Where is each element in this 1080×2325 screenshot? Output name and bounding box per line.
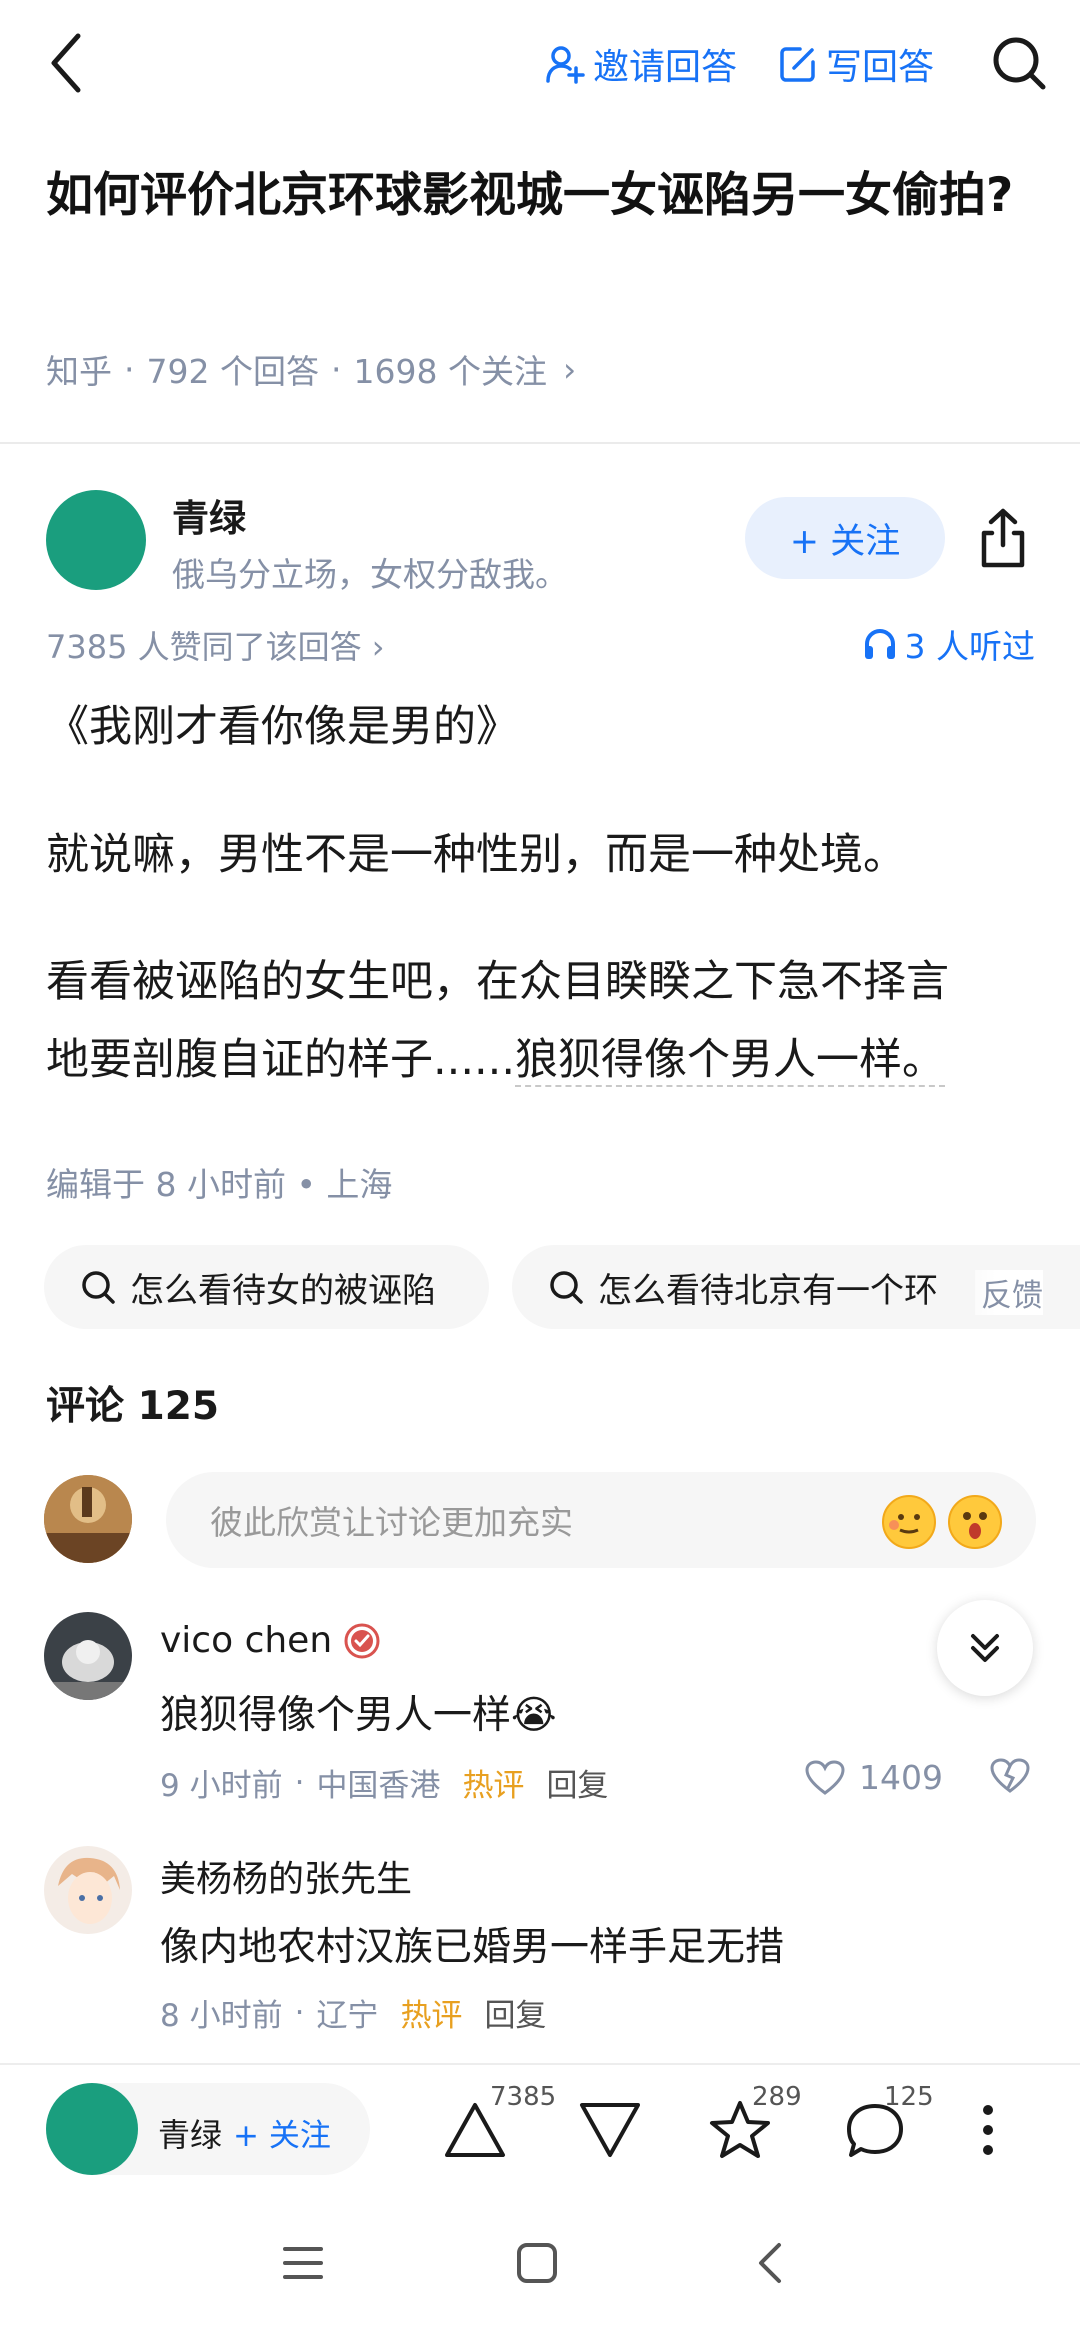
comments-title: 评论 125 — [46, 1384, 219, 1429]
search-icon — [993, 37, 1046, 90]
commenter-avatar[interactable] — [44, 1612, 132, 1700]
invite-user-icon — [546, 46, 585, 84]
commenter-name[interactable]: vico chen — [160, 1620, 380, 1661]
more-vertical-icon — [983, 2105, 993, 2155]
listen-button[interactable]: 3 人听过 — [863, 620, 1036, 668]
question-meta[interactable]: 知乎 · 792 个回答 · 1698 个关注 › — [46, 345, 576, 393]
avatar-image — [44, 1846, 132, 1934]
chip-label: 怎么看待北京有一个环 — [598, 1270, 938, 1311]
hot-badge: 热评 — [462, 1768, 525, 1804]
emoji-surprised-icon[interactable] — [948, 1495, 1002, 1549]
commenter-avatar[interactable] — [44, 1846, 132, 1934]
reply-button[interactable]: 回复 — [546, 1760, 608, 1805]
recent-apps-button[interactable] — [268, 2228, 338, 2298]
comment-dislike-button[interactable] — [990, 1758, 1030, 1798]
menu-lines-icon — [283, 2247, 323, 2279]
answer-paragraph: 看看被诬陷的女生吧，在众目睽睽之下急不择言 地要剖腹自证的样子......狼狈得… — [46, 943, 1046, 1099]
back-button[interactable] — [36, 28, 96, 98]
reply-button[interactable]: 回复 — [484, 1990, 546, 2035]
system-back-button[interactable] — [735, 2228, 805, 2298]
back-arrow-icon — [51, 33, 81, 93]
bottom-follow-button[interactable]: + 关注 — [233, 2110, 331, 2155]
edit-icon — [780, 47, 815, 82]
search-button[interactable] — [986, 30, 1052, 96]
comment-meta: 8 小时前 · 辽宁 热评 回复 — [160, 1990, 546, 2035]
more-options-button[interactable] — [948, 2090, 1028, 2170]
edited-time: 编辑于 8 小时前 • 上海 — [46, 1165, 393, 1204]
broken-heart-icon — [990, 1758, 1030, 1793]
avatar-image — [44, 1612, 132, 1700]
comment-location: 辽宁 — [316, 1998, 379, 2034]
chip-label: 怎么看待女的被诬陷 — [130, 1270, 436, 1311]
question-source: 知乎 — [46, 352, 112, 391]
favorite-count: 289 — [752, 2082, 802, 2112]
home-square-icon — [517, 2243, 557, 2283]
listen-count: 3 人听过 — [904, 627, 1036, 666]
answer-likes[interactable]: 7385 人赞同了该回答 › — [46, 622, 385, 668]
comment-time: 9 小时前 — [160, 1768, 283, 1804]
bottom-author-avatar[interactable] — [46, 2083, 138, 2175]
comment-time: 8 小时前 — [160, 1998, 283, 2034]
commenter-name[interactable]: 美杨杨的张先生 — [160, 1850, 412, 1902]
follow-button[interactable]: + 关注 — [745, 497, 945, 579]
double-chevron-down-icon — [971, 1634, 999, 1662]
share-icon — [981, 508, 1025, 568]
avatar-image — [44, 1475, 132, 1563]
verified-badge-icon — [344, 1623, 380, 1658]
feedback-button[interactable]: 反馈 — [975, 1270, 1043, 1315]
question-title[interactable]: 如何评价北京环球影视城一女诬陷另一女偷拍? — [46, 160, 1046, 232]
headphones-icon — [864, 629, 895, 659]
invite-answer-button[interactable]: 邀请回答 — [545, 36, 737, 92]
related-search-chip[interactable]: 怎么看待女的被诬陷 — [44, 1245, 489, 1329]
upvote-count: 7385 — [490, 2082, 557, 2112]
answer-text: 地要剖腹自证的样子...... — [46, 1035, 516, 1085]
expand-comments-button[interactable] — [937, 1600, 1033, 1696]
follow-count: 1698 个关注 — [353, 352, 547, 391]
author-bio: 俄乌分立场，女权分敌我。 — [172, 555, 568, 594]
bottom-author-name[interactable]: 青绿 — [158, 2110, 222, 2156]
search-icon — [82, 1271, 115, 1304]
hot-badge: 热评 — [400, 1998, 463, 2034]
highlighted-phrase[interactable]: 狼狈得像个男人一样。 — [515, 1035, 946, 1087]
downvote-button[interactable] — [570, 2090, 650, 2170]
answer-paragraph: 《我刚才看你像是男的》 — [46, 702, 519, 752]
home-button[interactable] — [502, 2228, 572, 2298]
comment-like-count: 1409 — [859, 1758, 943, 1797]
emoji-shy-icon[interactable] — [882, 1495, 936, 1549]
chevron-right-icon: › — [562, 349, 577, 389]
author-name[interactable]: 青绿 — [172, 488, 246, 542]
my-avatar — [44, 1475, 132, 1563]
share-button[interactable] — [970, 500, 1036, 576]
write-answer-button[interactable]: 写回答 — [778, 36, 934, 92]
comment-text: 像内地农村汉族已婚男一样手足无措 — [160, 1925, 785, 1970]
answer-line: 看看被诬陷的女生吧，在众目睽睽之下急不择言 — [46, 957, 949, 1007]
commenter-name-text: vico chen — [160, 1620, 333, 1661]
answer-count: 792 个回答 — [146, 352, 319, 391]
comment-location: 中国香港 — [316, 1768, 441, 1804]
write-answer-label: 写回答 — [826, 47, 935, 88]
search-icon — [550, 1271, 583, 1304]
downvote-triangle-icon — [580, 2103, 640, 2157]
comment-meta: 9 小时前 · 中国香港 热评 回复 — [160, 1760, 608, 1805]
comment-text: 狼狈得像个男人一样😭 — [160, 1693, 557, 1738]
author-avatar[interactable] — [46, 490, 146, 590]
answer-paragraph: 就说嘛，男性不是一种性别，而是一种处境。 — [46, 830, 906, 880]
invite-answer-label: 邀请回答 — [593, 47, 738, 88]
comment-count: 125 — [884, 2082, 934, 2112]
comment-like-button[interactable]: 1409 — [805, 1758, 943, 1797]
top-bar: 邀请回答 写回答 — [0, 0, 1080, 130]
answer-line: 地要剖腹自证的样子......狼狈得像个男人一样。 — [46, 1021, 1046, 1099]
heart-icon — [805, 1759, 845, 1795]
back-chevron-icon — [759, 2243, 781, 2283]
divider — [0, 442, 1080, 444]
